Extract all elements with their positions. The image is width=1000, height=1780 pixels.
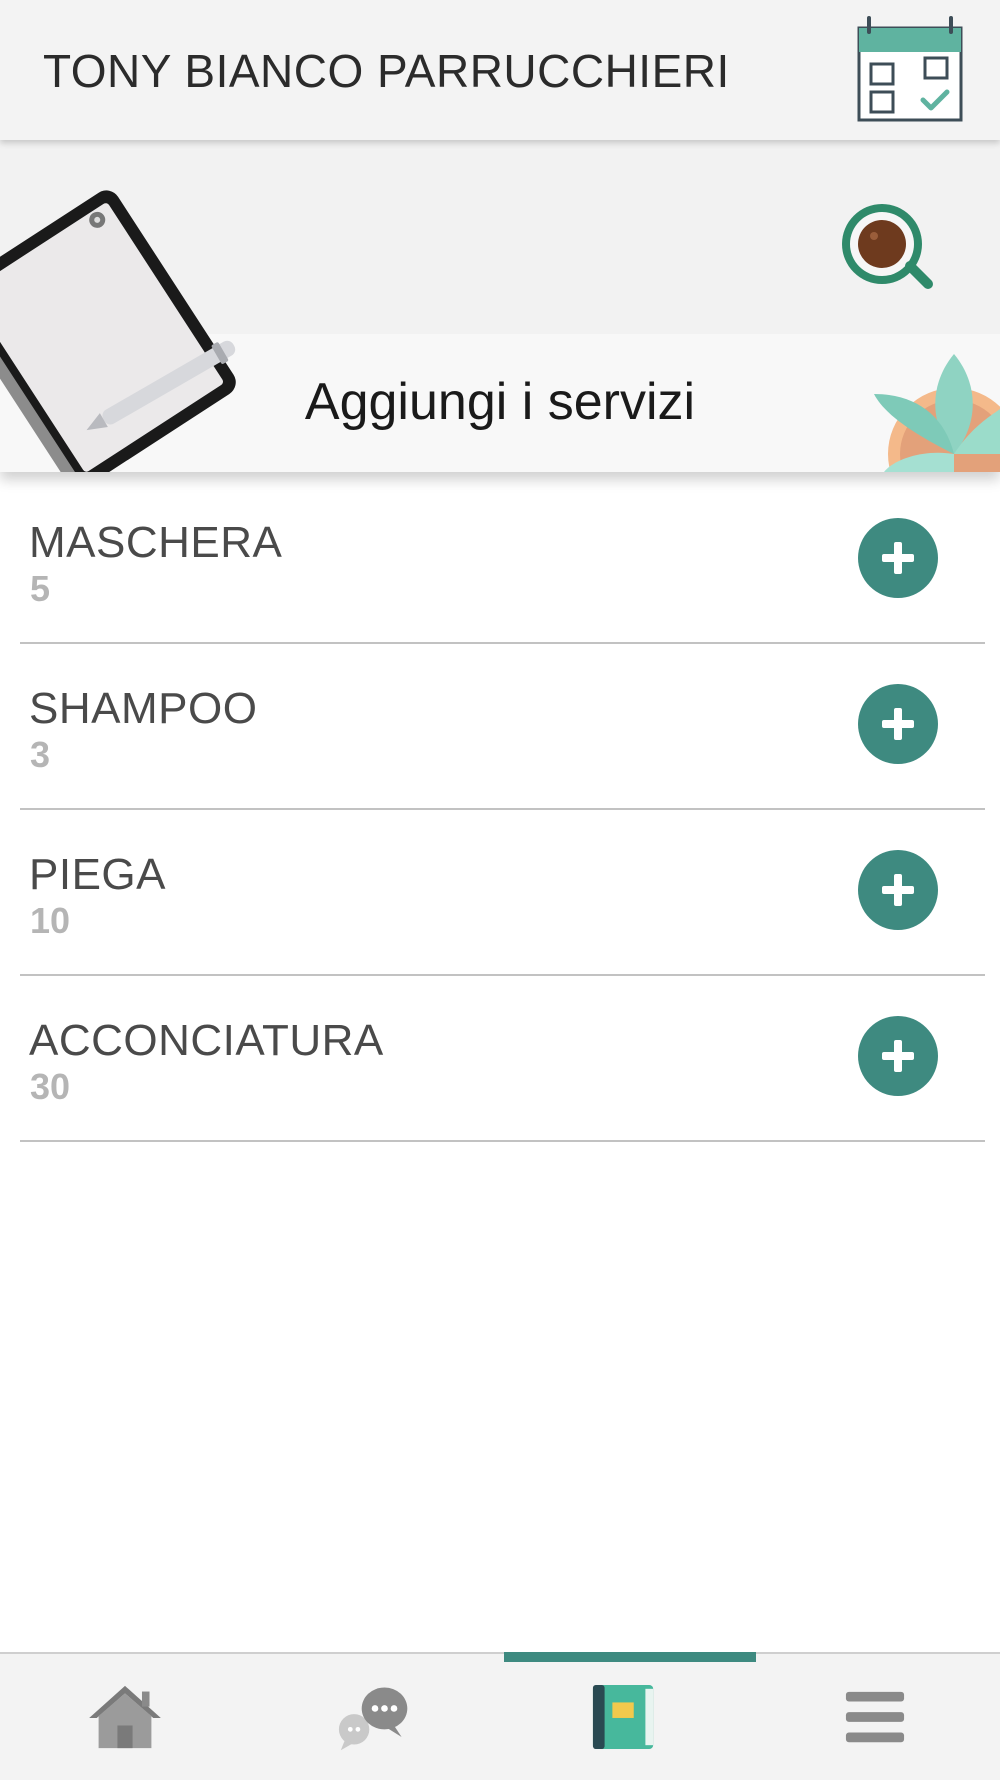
add-service-button[interactable] xyxy=(858,518,938,598)
add-service-button[interactable] xyxy=(858,1016,938,1096)
home-icon xyxy=(89,1685,161,1749)
service-row: PIEGA 10 xyxy=(20,810,985,976)
plus-icon xyxy=(882,708,914,740)
plus-icon xyxy=(882,1040,914,1072)
nav-chat[interactable] xyxy=(250,1654,500,1780)
bottom-nav xyxy=(0,1652,1000,1780)
service-name: PIEGA xyxy=(29,850,166,899)
app-header: TONY BIANCO PARRUCCHIERI xyxy=(0,0,1000,140)
service-name: SHAMPOO xyxy=(29,684,258,733)
page-banner: Aggiungi i servizi xyxy=(0,140,1000,472)
add-service-button[interactable] xyxy=(858,684,938,764)
service-list: MASCHERA 5 SHAMPOO 3 PIEGA 10 ACCONCIATU… xyxy=(0,478,1000,1142)
service-row: MASCHERA 5 xyxy=(20,478,985,644)
add-service-button[interactable] xyxy=(858,850,938,930)
page-title: Aggiungi i servizi xyxy=(304,373,696,431)
calendar-icon[interactable] xyxy=(855,14,965,124)
menu-icon xyxy=(845,1691,905,1743)
service-value: 3 xyxy=(30,734,51,775)
app-title: TONY BIANCO PARRUCCHIERI xyxy=(43,45,730,97)
service-name: MASCHERA xyxy=(29,518,283,567)
service-row: SHAMPOO 3 xyxy=(20,644,985,810)
service-value: 30 xyxy=(30,1066,71,1107)
plus-icon xyxy=(882,874,914,906)
coffee-cup-illustration xyxy=(838,200,934,296)
chat-icon xyxy=(338,1687,408,1751)
nav-menu[interactable] xyxy=(750,1654,1000,1780)
plus-icon xyxy=(882,542,914,574)
service-value: 5 xyxy=(30,568,51,609)
service-value: 10 xyxy=(30,900,71,941)
active-tab-indicator xyxy=(504,1652,756,1662)
nav-services[interactable] xyxy=(500,1654,750,1780)
notebook-icon xyxy=(592,1684,654,1750)
service-row: ACCONCIATURA 30 xyxy=(20,976,985,1142)
nav-home[interactable] xyxy=(0,1654,250,1780)
service-name: ACCONCIATURA xyxy=(29,1016,384,1065)
